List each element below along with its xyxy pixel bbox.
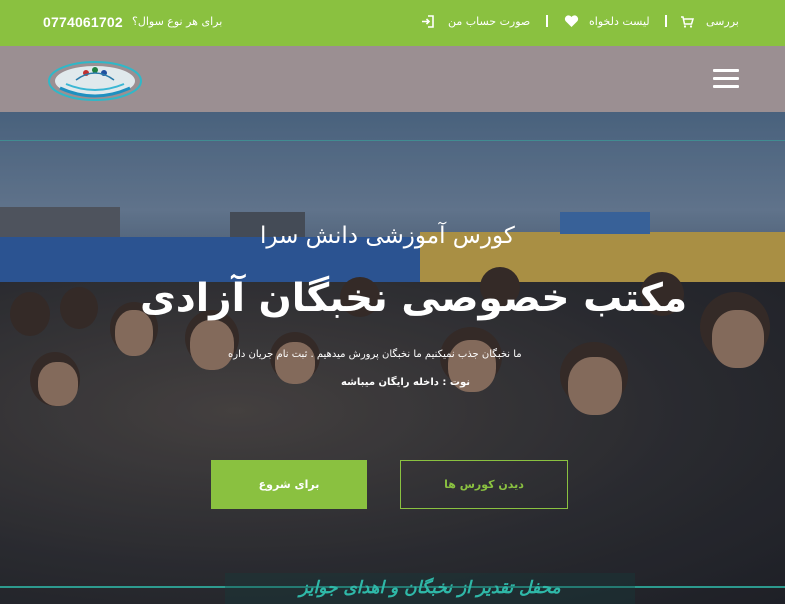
phone-number[interactable]: 0774061702: [43, 14, 123, 30]
account-label: صورت حساب من: [448, 15, 531, 28]
top-bar: 0774061702 برای هر نوع سوال؟ صورت حساب م…: [0, 0, 785, 46]
logo-image: [48, 61, 142, 101]
cart-icon: [681, 15, 694, 28]
review-link[interactable]: بررسی: [680, 15, 739, 28]
wishlist-link[interactable]: لیست دلخواه: [564, 15, 650, 28]
hero-note: نوت : داخله رایگان میباشه: [341, 377, 470, 388]
view-courses-button[interactable]: دیدن کورس ها: [400, 460, 568, 509]
sign-in-icon: [422, 15, 434, 28]
hero-title: مکتب خصوصی نخبگان آزادی: [140, 276, 688, 321]
menu-bar: [713, 85, 739, 88]
heart-icon: [564, 15, 579, 27]
account-link[interactable]: صورت حساب من: [421, 15, 530, 28]
menu-bar: [713, 77, 739, 80]
event-banner: محفل تقدیر از نخبگان و اهدای جوایز: [225, 573, 635, 604]
divider: [665, 15, 667, 27]
menu-bar: [713, 69, 739, 72]
divider: [546, 15, 548, 27]
wishlist-label: لیست دلخواه: [589, 15, 650, 28]
start-button[interactable]: برای شروع: [211, 460, 367, 509]
hamburger-icon[interactable]: [713, 69, 739, 89]
review-label: بررسی: [706, 15, 739, 28]
hero-description: ما نخبگان جذب نمیکنیم ما نخبگان پرورش می…: [228, 349, 522, 360]
question-prompt: برای هر نوع سوال؟: [132, 15, 223, 28]
hero-subtitle-text: کورس آموزشی دانش سرا: [260, 223, 515, 249]
site-logo[interactable]: [46, 58, 144, 104]
